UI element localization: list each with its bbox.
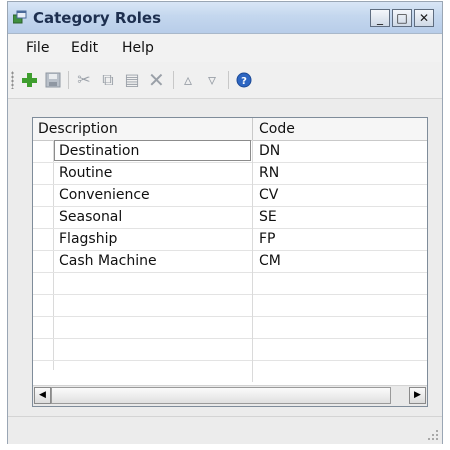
empty-row[interactable] (33, 272, 427, 295)
app-icon (13, 10, 27, 24)
menu-bar: File Edit Help (8, 34, 442, 62)
cell-description[interactable]: Cash Machine (59, 253, 157, 269)
cell-code[interactable]: FP (259, 231, 276, 247)
empty-row[interactable] (33, 338, 427, 361)
toolbar-grip[interactable] (11, 71, 14, 89)
table-row[interactable]: Convenience CV (33, 184, 427, 207)
save-icon[interactable] (45, 72, 61, 88)
column-divider[interactable] (252, 118, 253, 140)
toolbar: ✂ ⧉ ▤ ✕ ▵ ▿ ? (8, 62, 442, 99)
help-icon[interactable]: ? (236, 72, 252, 88)
maximize-button[interactable]: □ (392, 9, 412, 27)
resize-grip-icon[interactable] (427, 429, 439, 441)
cell-description[interactable]: Convenience (59, 187, 150, 203)
minimize-button[interactable]: _ (370, 9, 390, 27)
table-row[interactable]: Seasonal SE (33, 206, 427, 229)
cell-divider (252, 162, 253, 184)
cell-code[interactable]: SE (259, 209, 277, 225)
window-title: Category Roles (33, 9, 162, 27)
copy-icon[interactable]: ⧉ (100, 72, 116, 88)
cell-divider (252, 228, 253, 250)
table-row[interactable]: Flagship FP (33, 228, 427, 251)
cell-divider (252, 140, 253, 162)
horizontal-scrollbar[interactable]: ◀ ▶ (33, 385, 427, 406)
table-row[interactable]: Cash Machine CM (33, 250, 427, 273)
toolbar-separator (228, 71, 229, 89)
cell-divider (252, 272, 253, 294)
category-roles-grid[interactable]: Description Code Destination DN Routine … (32, 117, 428, 407)
cell-divider (252, 294, 253, 316)
scroll-left-button[interactable]: ◀ (34, 387, 51, 404)
cell-divider (252, 184, 253, 206)
cell-description[interactable]: Flagship (59, 231, 117, 247)
move-down-icon[interactable]: ▿ (204, 72, 220, 88)
svg-text:?: ? (241, 76, 247, 87)
menu-file[interactable]: File (26, 40, 49, 56)
column-header-description[interactable]: Description (38, 121, 118, 137)
cell-divider (252, 316, 253, 338)
menu-help[interactable]: Help (122, 40, 154, 56)
cut-icon[interactable]: ✂ (76, 72, 92, 88)
scroll-thumb[interactable] (51, 387, 391, 404)
cell-description[interactable]: Seasonal (59, 209, 122, 225)
delete-icon[interactable]: ✕ (148, 70, 165, 90)
column-header-code[interactable]: Code (259, 121, 295, 137)
empty-row[interactable] (33, 294, 427, 317)
cell-code[interactable]: RN (259, 165, 279, 181)
add-icon[interactable] (21, 72, 37, 88)
status-bar (8, 416, 442, 444)
move-up-icon[interactable]: ▵ (180, 72, 196, 88)
cell-description[interactable]: Routine (59, 165, 112, 181)
cell-code[interactable]: CM (259, 253, 281, 269)
table-row[interactable]: Routine RN (33, 162, 427, 185)
cell-code[interactable]: CV (259, 187, 278, 203)
category-roles-window: Category Roles _ □ ✕ File Edit Help ✂ ⧉ … (7, 1, 443, 444)
table-row[interactable]: Destination DN (33, 140, 427, 163)
cell-divider (252, 360, 253, 382)
cell-divider (252, 250, 253, 272)
content-area: Description Code Destination DN Routine … (8, 99, 442, 413)
menu-edit[interactable]: Edit (71, 40, 98, 56)
scroll-right-button[interactable]: ▶ (409, 387, 426, 404)
grid-header: Description Code (33, 118, 427, 141)
toolbar-separator (68, 71, 69, 89)
toolbar-separator (173, 71, 174, 89)
empty-row[interactable] (33, 316, 427, 339)
paste-icon[interactable]: ▤ (124, 72, 140, 88)
cell-divider (252, 338, 253, 360)
cell-description[interactable]: Destination (59, 143, 139, 159)
close-button[interactable]: ✕ (414, 9, 434, 27)
cell-code[interactable]: DN (259, 143, 280, 159)
empty-row[interactable] (33, 360, 427, 382)
title-bar[interactable]: Category Roles _ □ ✕ (8, 2, 442, 34)
cell-divider (252, 206, 253, 228)
